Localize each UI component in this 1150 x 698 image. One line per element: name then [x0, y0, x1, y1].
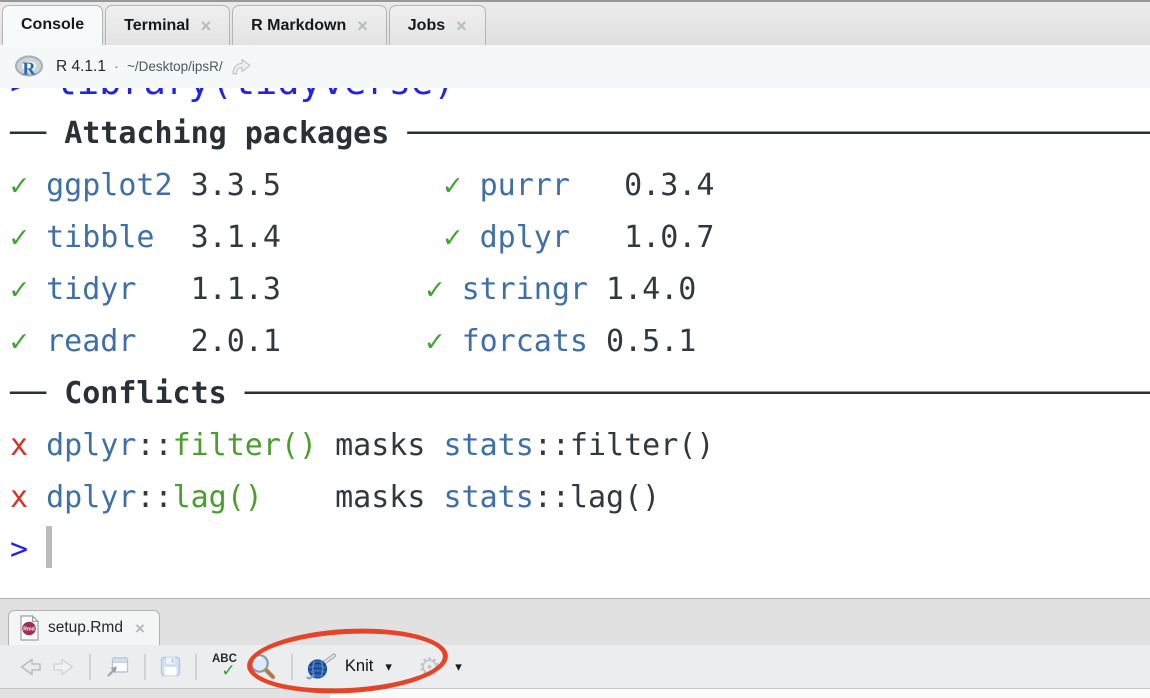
toolbar-separator: [195, 654, 197, 680]
tab-jobs[interactable]: Jobs ×: [389, 5, 486, 45]
console-cursor: [46, 526, 52, 568]
console-line: ✓ readr 2.0.1 ✓ forcats 0.5.1: [10, 316, 1150, 368]
close-icon[interactable]: ×: [135, 620, 145, 637]
close-icon[interactable]: ×: [201, 17, 212, 35]
find-replace-button[interactable]: [247, 652, 278, 682]
console-line: ✓ tibble 3.1.4 ✓ dplyr 1.0.7: [10, 212, 1150, 264]
tab-label: Jobs: [408, 17, 445, 35]
svg-text:R: R: [23, 58, 37, 78]
back-button[interactable]: [18, 656, 43, 678]
spellcheck-button[interactable]: ABC ✓: [212, 654, 237, 679]
rstudio-window: Console Terminal × R Markdown × Jobs × R R 4.1…: [0, 0, 1150, 698]
editor-tab-setup-rmd[interactable]: Rmd setup.Rmd ×: [8, 610, 160, 645]
toolbar-separator: [291, 654, 293, 680]
editor-content-clipped: [0, 689, 1150, 698]
editor-tab-label: setup.Rmd: [48, 619, 123, 637]
console-line: x dplyr::filter() masks stats::filter(): [10, 420, 1150, 472]
console-pane: Console Terminal × R Markdown × Jobs × R R 4.1…: [0, 0, 1150, 598]
source-editor-pane: Rmd setup.Rmd ×: [0, 598, 1150, 698]
tab-label: Console: [21, 16, 84, 34]
separator-dot: ·: [114, 58, 119, 75]
tab-terminal[interactable]: Terminal ×: [105, 5, 230, 45]
tab-label: R Markdown: [251, 17, 346, 35]
save-button[interactable]: [159, 655, 182, 678]
working-directory-label: ~/Desktop/ipsR/: [127, 59, 223, 74]
knit-button[interactable]: Knit ▾: [306, 653, 398, 680]
forward-button[interactable]: [51, 656, 76, 678]
rmd-file-icon: Rmd: [19, 615, 40, 641]
save-floppy-icon: [159, 655, 182, 678]
forward-arrow-icon: [51, 656, 76, 678]
search-magnifier-icon: [247, 652, 278, 682]
console-line: ── Attaching packages ──────────────────…: [10, 108, 1150, 160]
knit-dropdown-caret-icon[interactable]: ▾: [385, 659, 392, 675]
r-logo-icon: R: [14, 55, 44, 79]
options-dropdown-caret-icon[interactable]: ▾: [455, 659, 462, 675]
svg-text:Rmd: Rmd: [23, 627, 35, 633]
console-line: ✓ ggplot2 3.3.5 ✓ purrr 0.3.4: [10, 160, 1150, 212]
popout-window-icon: [104, 655, 131, 679]
console-line: x dplyr::lag() masks stats::lag(): [10, 472, 1150, 524]
console-version-strip: R R 4.1.1 · ~/Desktop/ipsR/: [0, 45, 1150, 88]
tab-label: Terminal: [124, 17, 190, 35]
close-icon[interactable]: ×: [357, 17, 368, 35]
tab-console[interactable]: Console: [2, 5, 103, 45]
gear-icon[interactable]: ⚙: [418, 654, 441, 680]
console-line: > library(tidyverse): [10, 88, 1150, 108]
toolbar-separator: [89, 654, 91, 680]
open-in-new-window-button[interactable]: [104, 655, 131, 679]
tab-r-markdown[interactable]: R Markdown ×: [232, 5, 387, 45]
console-output: > library(tidyverse)── Attaching package…: [0, 88, 1150, 598]
editor-gutter-strip: [0, 689, 330, 698]
console-line: ✓ tidyr 1.1.3 ✓ stringr 1.4.0: [10, 264, 1150, 316]
console-line: >: [10, 524, 1150, 576]
share-arrow-icon[interactable]: [229, 57, 253, 77]
editor-tab-bar: Rmd setup.Rmd ×: [0, 599, 1150, 645]
r-version-label: R 4.1.1: [56, 58, 106, 76]
editor-toolbar: ABC ✓: [0, 645, 1150, 689]
toolbar-separator: [144, 654, 146, 680]
spellcheck-check-icon: ✓: [221, 662, 235, 679]
knit-button-label: Knit: [345, 657, 373, 676]
editor-page-strip: [330, 689, 1150, 698]
console-line: ── Conflicts ───────────────────────────…: [10, 368, 1150, 420]
knit-yarn-icon: [306, 653, 337, 680]
back-arrow-icon: [18, 656, 43, 678]
console-tab-bar: Console Terminal × R Markdown × Jobs ×: [0, 0, 1150, 45]
close-icon[interactable]: ×: [456, 17, 467, 35]
